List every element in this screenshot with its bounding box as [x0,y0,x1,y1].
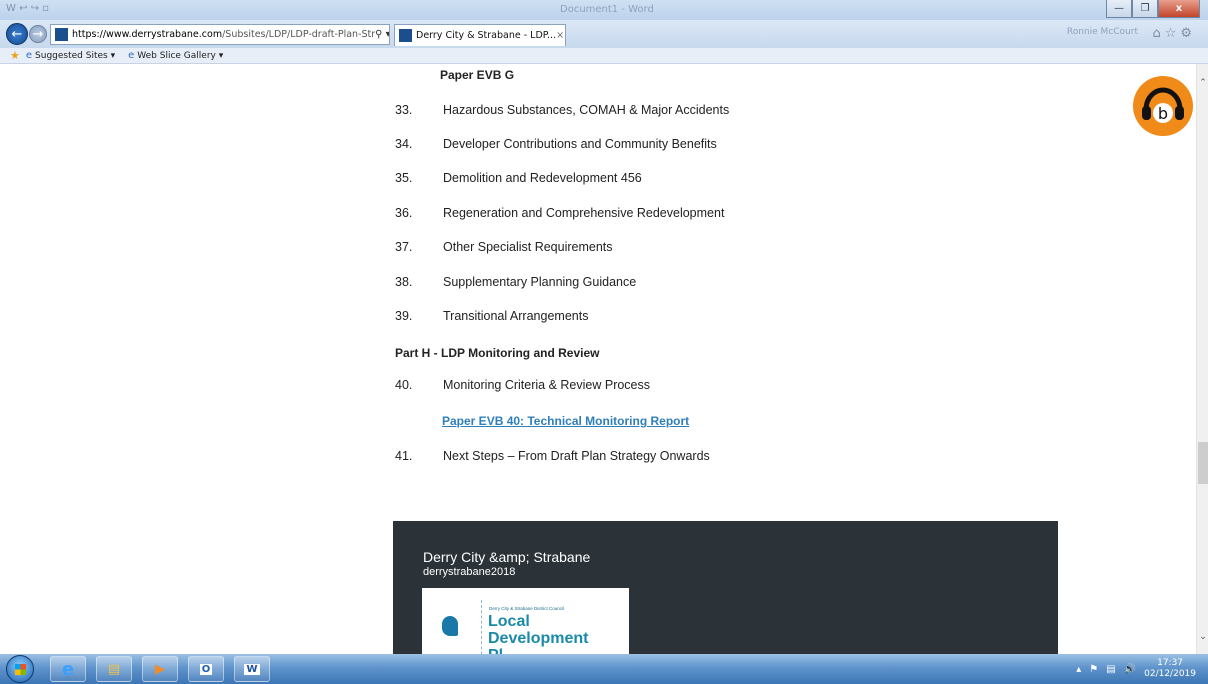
word-icon[interactable]: W [234,656,270,682]
window-title-bar: W ↩ ↪ ▫ Document1 - Word — ❐ x [0,0,1208,20]
scroll-up-icon[interactable]: ⌃ [1197,78,1208,90]
ie-icon: e [128,50,135,61]
tab-close-icon[interactable]: × [556,30,565,41]
ldp-post-image[interactable]: Derry City & Strabane District Council L… [422,588,629,654]
scroll-thumb[interactable] [1198,442,1208,484]
divider [481,600,482,654]
favorite-suggested-sites[interactable]: e Suggested Sites ▾ [23,50,115,61]
clock[interactable]: 17:37 02/12/2019 [1144,658,1196,680]
list-item: 38. Supplementary Planning Guidance [395,275,637,289]
back-button[interactable]: ← [6,23,28,45]
minimize-button[interactable]: — [1106,0,1132,18]
page-content: Paper EVB G 33. Hazardous Substances, COM… [0,64,1196,654]
start-button[interactable] [6,655,34,683]
feed-handle: derrystrabane2018 [423,566,516,578]
card-heading: Local Development Pl [488,613,589,654]
svg-text:b: b [1158,104,1168,123]
browser-toolbar: ← → https://www.derrystrabane.com /Subsi… [0,20,1208,48]
home-favorites-settings-icons[interactable]: ⌂☆⚙ [1152,26,1196,41]
internet-explorer-icon[interactable]: e [50,656,86,682]
outlook-icon[interactable]: O [188,656,224,682]
list-item: 35. Demolition and Redevelopment 456 [395,171,642,185]
document-title: Document1 - Word [560,4,654,15]
paper-evb-40-link[interactable]: Paper EVB 40: Technical Monitoring Repor… [442,414,689,428]
paper-evb-g-heading: Paper EVB G [440,68,515,82]
scroll-down-icon[interactable]: ⌄ [1197,632,1208,644]
address-tools-icons[interactable]: ⚲ ▾ 🔒 ↻ [375,29,389,40]
forward-button[interactable]: → [29,25,47,43]
maximize-button[interactable]: ❐ [1132,0,1158,18]
browsealoud-audio-button[interactable]: b [1133,76,1193,136]
system-tray: ▴ ⚑ ▤ 🔊 17:37 02/12/2019 [1076,654,1196,684]
favorites-star-icon[interactable]: ★ [10,49,20,62]
address-bar[interactable]: https://www.derrystrabane.com /Subsites/… [50,24,390,45]
user-name: Ronnie McCourt [1066,27,1138,37]
list-item: 40. Monitoring Criteria & Review Process [395,378,651,392]
browser-tab[interactable]: Derry City & Strabane - LDP... × [394,24,566,46]
action-center-flag-icon[interactable]: ⚑ [1089,664,1098,675]
tab-favicon [399,29,412,42]
favorite-web-slice-gallery[interactable]: e Web Slice Gallery ▾ [125,50,223,61]
list-item: 36. Regeneration and Comprehensive Redeve… [395,206,725,220]
tray-expand-icon[interactable]: ▴ [1076,664,1081,675]
quick-access-toolbar: W ↩ ↪ ▫ [6,3,49,14]
headphones-icon: b [1142,87,1184,123]
list-item: 37. Other Specialist Requirements [395,240,613,254]
volume-icon[interactable]: 🔊 [1124,664,1136,675]
list-item: 41. Next Steps – From Draft Plan Strategy… [395,449,710,463]
ie-icon: e [25,50,33,61]
media-player-icon[interactable]: ▶ [142,656,178,682]
url-path: /Subsites/LDP/LDP-draft-Plan-Str [222,29,376,40]
card-council-name: Derry City & Strabane District Council [489,606,565,611]
windows-taskbar: e ▤ ▶ O W ▴ ⚑ ▤ 🔊 17:37 02/12/2019 [0,654,1208,684]
list-item: 34. Developer Contributions and Community… [395,137,717,151]
social-feed-panel: Derry City &amp; Strabane derrystrabane2… [393,521,1058,654]
network-icon[interactable]: ▤ [1106,664,1115,675]
feed-title: Derry City &amp; Strabane [423,549,591,565]
council-logo-icon [442,616,458,636]
vertical-scrollbar[interactable]: ⌃ ⌄ [1196,64,1208,654]
favorites-bar: ★ e Suggested Sites ▾ e Web Slice Galler… [0,48,1208,64]
site-favicon [55,28,68,41]
list-item: 33. Hazardous Substances, COMAH & Major A… [395,103,730,117]
file-explorer-icon[interactable]: ▤ [96,656,132,682]
tab-title: Derry City & Strabane - LDP... [416,30,557,41]
close-button[interactable]: x [1158,0,1200,18]
part-h-heading: Part H - LDP Monitoring and Review [395,346,600,360]
url-host: https://www.derrystrabane.com [72,29,223,40]
list-item: 39. Transitional Arrangements [395,309,589,323]
